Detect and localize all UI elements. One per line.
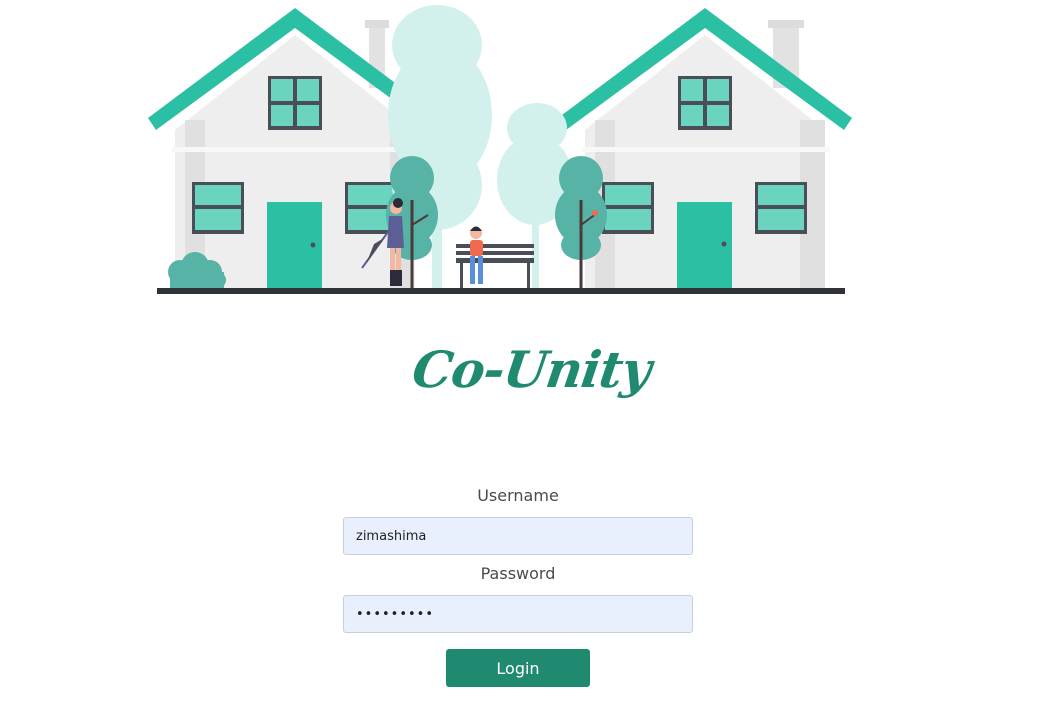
username-field[interactable] (343, 517, 693, 555)
houses-street-illustration (148, 5, 852, 294)
brand-title: Co-Unity (408, 340, 655, 399)
bench-person (456, 226, 534, 288)
password-field[interactable] (343, 595, 693, 633)
username-label: Username (477, 486, 559, 505)
ground-line (157, 288, 845, 294)
teal-trees (386, 156, 607, 288)
login-page: Co-Unity Username Password Login (0, 0, 1063, 702)
password-label: Password (480, 564, 556, 583)
right-house (558, 8, 852, 288)
login-button[interactable]: Login (446, 649, 590, 687)
